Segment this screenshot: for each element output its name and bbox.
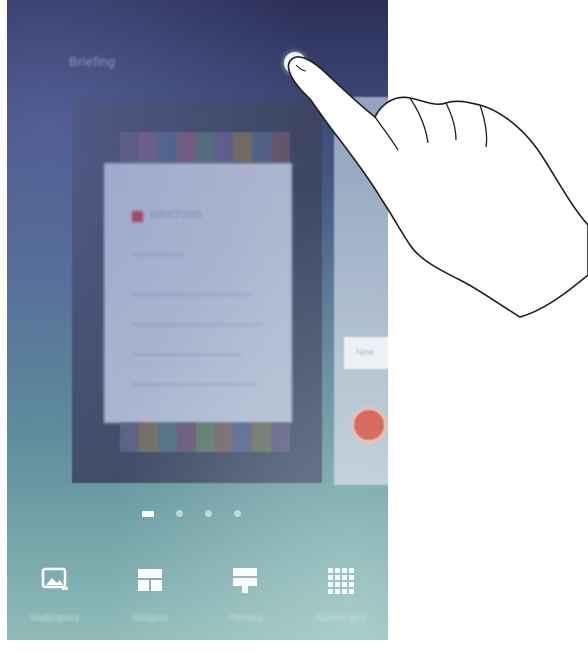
card-text-line bbox=[132, 383, 257, 386]
screen-grid-button[interactable]: Screen grid bbox=[295, 560, 385, 624]
wallpapers-button[interactable]: Wallpapers bbox=[10, 560, 100, 624]
page-dot[interactable] bbox=[205, 510, 212, 517]
flipboard-icon bbox=[132, 211, 143, 222]
page-dot[interactable] bbox=[234, 510, 241, 517]
briefing-card: BRIEFING bbox=[104, 163, 292, 423]
widgets-icon bbox=[137, 569, 162, 591]
card-text-line bbox=[132, 293, 252, 296]
color-strip-top bbox=[120, 132, 291, 162]
app-icon[interactable] bbox=[351, 407, 387, 443]
dock-label: Screen grid bbox=[314, 613, 366, 624]
widgets-button[interactable]: Widgets bbox=[105, 560, 195, 624]
dock-label: Wallpapers bbox=[29, 613, 80, 624]
page-dot-briefing[interactable] bbox=[142, 510, 154, 517]
dock-label: Themes bbox=[227, 613, 264, 624]
color-strip-bottom bbox=[120, 422, 291, 452]
pointing-hand-illustration bbox=[287, 56, 588, 318]
card-text-line bbox=[132, 253, 184, 256]
card-heading: BRIEFING bbox=[150, 209, 202, 221]
dock-label: Widgets bbox=[131, 613, 168, 624]
grid-icon bbox=[328, 568, 355, 594]
page-indicator bbox=[142, 510, 241, 517]
page-title: Briefing bbox=[69, 54, 116, 69]
side-card: New bbox=[344, 337, 388, 369]
page-dot[interactable] bbox=[176, 510, 183, 517]
themes-icon bbox=[233, 568, 258, 593]
themes-button[interactable]: Themes bbox=[200, 560, 290, 624]
edit-mode-dock: Wallpapers Widgets Themes Screen grid bbox=[7, 560, 388, 640]
wallpaper-icon bbox=[41, 567, 68, 590]
card-text-line bbox=[132, 323, 262, 326]
card-text-line bbox=[132, 353, 242, 356]
